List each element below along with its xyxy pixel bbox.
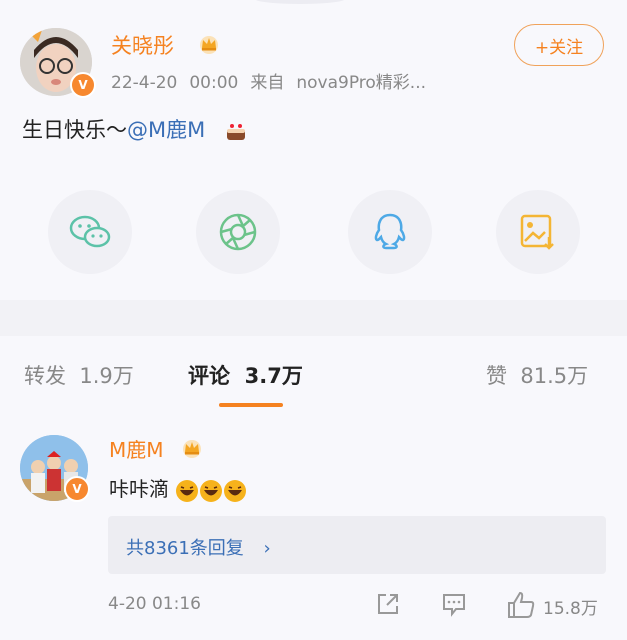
moments-icon	[219, 213, 257, 251]
post-date: 22-4-20	[111, 73, 178, 93]
save-image-button[interactable]	[496, 190, 580, 274]
post-card: V 关晓彤 22-4-20 00:00 来自 nova9Pro精彩... +关注 生日…	[0, 0, 627, 300]
post-time: 00:00	[189, 73, 239, 93]
share-qq-button[interactable]	[348, 190, 432, 274]
laugh-emoji-icon	[200, 479, 223, 502]
share-wechat-button[interactable]	[48, 190, 132, 274]
tab-like[interactable]: 赞 81.5万	[486, 360, 588, 390]
mention-link[interactable]: @M鹿M	[127, 118, 205, 142]
commenter-verified-badge: V	[64, 476, 90, 502]
qq-icon	[374, 213, 406, 250]
source-prefix: 来自	[250, 73, 285, 93]
comment-like-count: 15.8万	[543, 599, 598, 619]
comment-text: 咔咔滴	[109, 473, 247, 503]
post-meta: 22-4-20 00:00 来自 nova9Pro精彩...	[111, 68, 438, 93]
comment-tab-count: 3.7万	[244, 364, 303, 388]
comment-time: 4-20 01:16	[108, 594, 201, 614]
save-image-icon	[520, 214, 554, 250]
tab-comment[interactable]: 评论 3.7万	[188, 360, 303, 390]
post-body: 生日快乐～	[22, 118, 127, 142]
repost-label: 转发	[24, 364, 66, 388]
replies-link[interactable]: 共8361条回复 ›	[126, 534, 271, 560]
comment-body: 咔咔滴	[109, 477, 169, 501]
author-name[interactable]: 关晓彤	[111, 30, 174, 60]
comment-icon[interactable]	[440, 590, 468, 618]
like-tab-label: 赞	[486, 364, 507, 388]
follow-button[interactable]: +关注	[514, 24, 604, 66]
replies-count: 共8361条回复	[126, 538, 244, 559]
post-source[interactable]: nova9Pro精彩...	[296, 73, 426, 93]
laugh-emoji-icon	[176, 479, 199, 502]
interaction-tabs: 转发 1.9万 评论 3.7万 赞 81.5万	[0, 360, 627, 400]
wechat-icon	[69, 215, 111, 248]
like-tab-count: 81.5万	[520, 364, 589, 388]
cake-emoji-icon	[226, 124, 245, 140]
crown-icon	[200, 36, 218, 54]
commenter-crown-icon	[183, 440, 201, 458]
laugh-emoji-icon	[224, 479, 247, 502]
post-text: 生日快乐～@M鹿M	[22, 114, 248, 144]
chevron-right-icon: ›	[263, 538, 271, 559]
verified-badge: V	[70, 72, 96, 98]
top-handle	[255, 0, 345, 4]
share-moments-button[interactable]	[196, 190, 280, 274]
tab-repost[interactable]: 转发 1.9万	[24, 360, 134, 390]
replies-box[interactable]: 共8361条回复 ›	[108, 516, 606, 574]
active-tab-indicator	[219, 403, 283, 407]
thumbs-up-icon[interactable]	[506, 590, 536, 620]
share-icon[interactable]	[374, 590, 402, 618]
comment-tab-label: 评论	[188, 364, 230, 388]
commenter-name[interactable]: M鹿M	[109, 434, 164, 463]
repost-count: 1.9万	[79, 364, 134, 388]
